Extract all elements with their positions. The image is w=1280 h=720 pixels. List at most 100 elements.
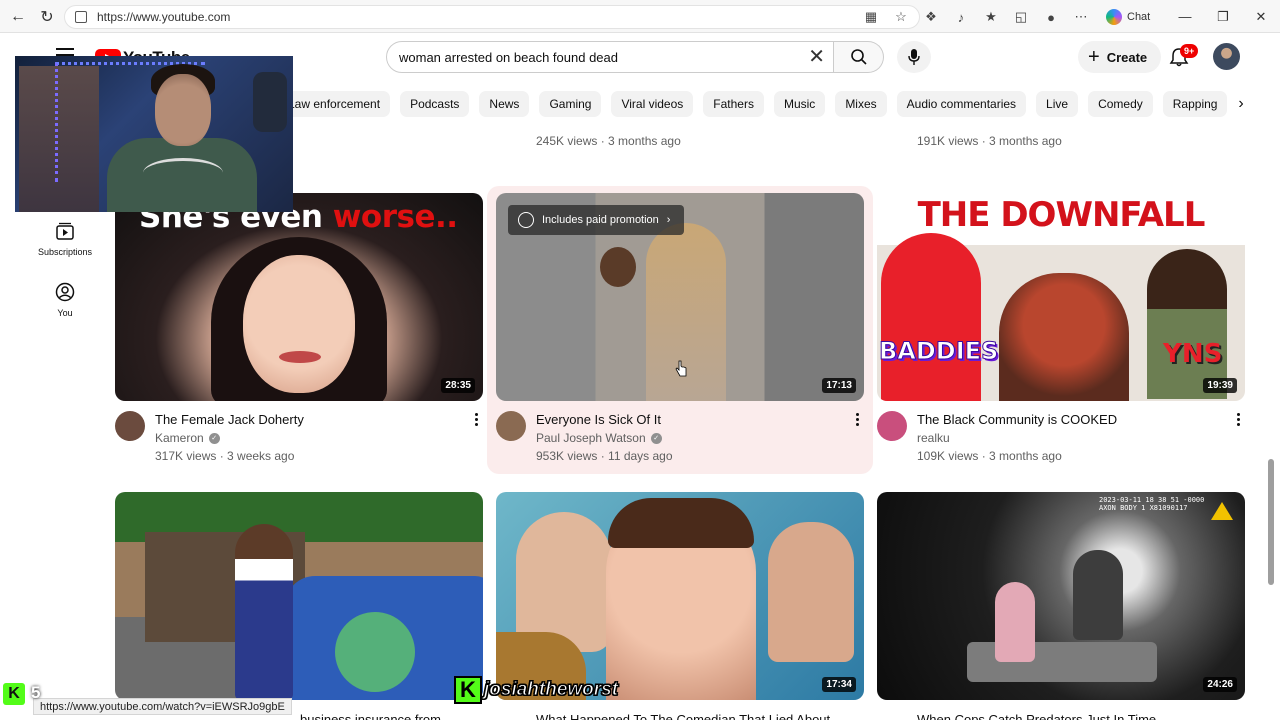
video-duration: 17:13 bbox=[822, 378, 856, 393]
chip-music[interactable]: Music bbox=[773, 91, 826, 117]
chip-viral-videos[interactable]: Viral videos bbox=[611, 91, 694, 117]
minimize-icon[interactable]: — bbox=[1166, 0, 1204, 33]
you-icon bbox=[55, 282, 75, 302]
chip-gaming[interactable]: Gaming bbox=[539, 91, 602, 117]
chip-audio-commentaries[interactable]: Audio commentaries bbox=[896, 91, 1027, 117]
thumb-art bbox=[995, 582, 1035, 662]
video-title[interactable]: What Happened To The Comedian That Lied … bbox=[536, 711, 836, 720]
more-actions-icon[interactable] bbox=[1237, 413, 1241, 428]
microphone-icon bbox=[908, 49, 920, 65]
more-actions-icon[interactable] bbox=[475, 413, 479, 428]
window-controls: — ❐ ✕ bbox=[1166, 0, 1280, 33]
channel-avatar[interactable] bbox=[877, 411, 907, 441]
plus-icon: + bbox=[1088, 46, 1100, 68]
channel-name[interactable]: Paul Joseph Watson bbox=[536, 431, 646, 445]
favorites-icon[interactable]: ★ bbox=[980, 6, 1002, 28]
clear-search-icon[interactable]: ✕ bbox=[808, 46, 825, 68]
channel-name-row[interactable]: Kameron ✓ bbox=[155, 431, 220, 445]
video-title[interactable]: Everyone Is Sick Of It bbox=[536, 411, 661, 429]
video-thumbnail[interactable] bbox=[115, 492, 483, 700]
thumb-art bbox=[881, 233, 981, 401]
channel-name[interactable]: Kameron bbox=[155, 431, 204, 445]
favorite-star-icon[interactable]: ☆ bbox=[890, 6, 912, 28]
create-button[interactable]: + Create bbox=[1078, 41, 1162, 73]
video-duration: 19:39 bbox=[1203, 378, 1237, 393]
viewer-count: 5 bbox=[31, 683, 41, 702]
address-bar[interactable]: https://www.youtube.com bbox=[64, 5, 920, 29]
account-avatar[interactable] bbox=[1213, 43, 1240, 70]
chip-mixes[interactable]: Mixes bbox=[835, 91, 887, 117]
video-title[interactable]: The Black Community is COOKED bbox=[917, 411, 1117, 429]
video-thumbnail[interactable]: 17:34 bbox=[496, 492, 864, 700]
more-actions-icon[interactable] bbox=[856, 413, 860, 428]
chip-live[interactable]: Live bbox=[1036, 91, 1079, 117]
sidebar-item-subscriptions[interactable]: Subscriptions bbox=[36, 221, 94, 257]
paid-promotion-badge[interactable]: Includes paid promotion › bbox=[508, 205, 685, 235]
video-card-details: The Female Jack Doherty Kameron ✓ 317K v… bbox=[115, 411, 483, 473]
video-thumbnail[interactable]: 2023-03-11 18 38 51 -0000 AXON BODY 1 X81… bbox=[877, 492, 1245, 700]
thumb-art bbox=[1147, 249, 1227, 399]
search-query: woman arrested on beach found dead bbox=[399, 49, 618, 65]
reload-icon[interactable]: ↻ bbox=[32, 2, 62, 32]
search-icon bbox=[850, 49, 867, 65]
kick-watermark-icon: K bbox=[454, 676, 482, 704]
video-duration: 17:34 bbox=[822, 677, 856, 692]
profile-icon[interactable]: ● bbox=[1040, 6, 1062, 28]
channel-avatar[interactable] bbox=[115, 411, 145, 441]
watermark-name: josiahtheworst bbox=[483, 679, 619, 701]
thumb-art bbox=[235, 524, 293, 700]
bodycam-id: AXON BODY 1 X81090117 bbox=[1099, 504, 1188, 512]
chip-news[interactable]: News bbox=[479, 91, 530, 117]
chip-podcasts[interactable]: Podcasts bbox=[400, 91, 470, 117]
chip-fathers[interactable]: Fathers bbox=[703, 91, 764, 117]
address-bar-url: https://www.youtube.com bbox=[97, 10, 231, 24]
copilot-chat-button[interactable]: Chat bbox=[1100, 9, 1156, 25]
bodycam-overlay-text: 2023-03-11 18 38 51 -0000 AXON BODY 1 X81… bbox=[1099, 496, 1204, 512]
scrollbar-thumb[interactable] bbox=[1268, 459, 1274, 585]
chevron-right-icon: › bbox=[666, 214, 671, 226]
performance-icon[interactable]: ♪ bbox=[950, 6, 972, 28]
page-scrollbar[interactable] bbox=[1266, 35, 1276, 720]
channel-avatar[interactable] bbox=[496, 411, 526, 441]
previous-video-meta: 245K views · 3 months ago bbox=[536, 134, 681, 148]
chat-label: Chat bbox=[1127, 11, 1151, 23]
channel-name-row[interactable]: Paul Joseph Watson ✓ bbox=[536, 431, 662, 445]
maximize-icon[interactable]: ❐ bbox=[1204, 0, 1242, 33]
thumbnail-headline: THE DOWNFALL bbox=[917, 195, 1206, 235]
thumb-art bbox=[768, 522, 854, 662]
thumbnail-text-left: BADDIES bbox=[878, 337, 999, 366]
video-meta: 109K views · 3 months ago bbox=[917, 449, 1062, 463]
apps-icon[interactable]: ▦ bbox=[860, 6, 882, 28]
chip-rapping[interactable]: Rapping bbox=[1162, 91, 1228, 117]
chip-law-enforcement[interactable]: Law enforcement bbox=[282, 91, 391, 117]
webcam-art bbox=[155, 74, 211, 146]
video-title[interactable]: business insurance from bbox=[300, 711, 450, 720]
notification-badge: 9+ bbox=[1180, 44, 1199, 58]
close-window-icon[interactable]: ✕ bbox=[1242, 0, 1280, 33]
streamer-webcam bbox=[15, 56, 293, 212]
more-options-icon[interactable]: ⋯ bbox=[1070, 6, 1092, 28]
search-input[interactable]: woman arrested on beach found dead ✕ bbox=[386, 41, 834, 73]
voice-search-button[interactable] bbox=[897, 41, 931, 73]
bodycam-timestamp: 2023-03-11 18 38 51 -0000 bbox=[1099, 496, 1205, 504]
chip-comedy[interactable]: Comedy bbox=[1088, 91, 1153, 117]
back-icon[interactable]: ← bbox=[3, 2, 33, 32]
thumbnail-text-right: YNS bbox=[1163, 339, 1223, 369]
video-title[interactable]: When Cops Catch Predators Just In Time bbox=[917, 711, 1162, 720]
collections-icon[interactable]: ◱ bbox=[1010, 6, 1032, 28]
video-thumbnail[interactable]: THE DOWNFALL BADDIES YNS 19:39 bbox=[877, 193, 1245, 401]
video-thumbnail[interactable]: She's even worse.. 28:35 bbox=[115, 193, 483, 401]
channel-name-row[interactable]: realku bbox=[917, 431, 950, 445]
chevron-right-icon[interactable]: › bbox=[1228, 91, 1254, 117]
search-button[interactable] bbox=[834, 41, 884, 73]
axon-logo-icon bbox=[1211, 502, 1233, 520]
thumb-art bbox=[335, 612, 415, 692]
video-title[interactable]: The Female Jack Doherty bbox=[155, 411, 304, 429]
channel-name[interactable]: realku bbox=[917, 431, 950, 445]
video-duration: 28:35 bbox=[441, 378, 475, 393]
extensions-icon[interactable]: ❖ bbox=[920, 6, 942, 28]
site-info-icon[interactable] bbox=[75, 11, 87, 23]
video-card-details: The Black Community is COOKED realku 109… bbox=[877, 411, 1245, 473]
sidebar-item-you[interactable]: You bbox=[36, 282, 94, 318]
webcam-art bbox=[253, 72, 287, 132]
